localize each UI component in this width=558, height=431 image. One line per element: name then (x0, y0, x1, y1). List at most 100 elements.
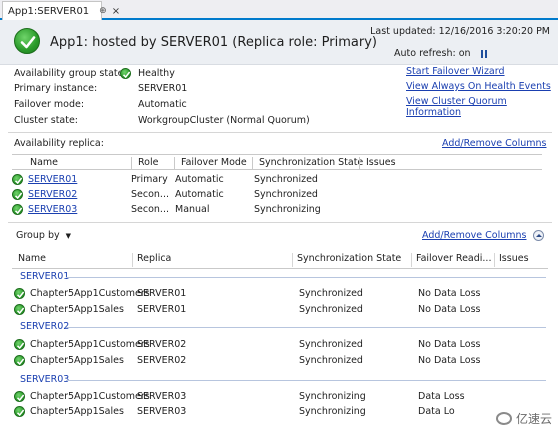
database-readiness: No Data Loss (418, 304, 481, 315)
collapse-icon[interactable] (532, 230, 544, 241)
col-issues[interactable]: Issues (359, 157, 396, 169)
database-replica: SERVER01 (137, 304, 187, 315)
group-divider (66, 277, 546, 278)
database-sync: Synchronized (299, 304, 363, 315)
group-divider (66, 327, 546, 328)
auto-refresh-label: Auto refresh: on (394, 48, 471, 59)
replica-failover: Manual (175, 204, 210, 215)
replica-sync: Synchronized (254, 174, 318, 185)
col-sync-state[interactable]: Synchronization State (252, 157, 363, 169)
replica-failover: Automatic (175, 174, 224, 185)
replica-role: Secon... (131, 189, 169, 200)
primary-instance-value: SERVER01 (138, 83, 188, 94)
watermark-logo-icon (495, 412, 512, 425)
tab-label: App1:SERVER01 (8, 5, 90, 17)
primary-instance-label: Primary instance: (14, 83, 98, 94)
healthy-check-icon (14, 391, 25, 402)
database-sync: Synchronized (299, 288, 363, 299)
database-sync: Synchronizing (299, 391, 366, 402)
healthy-check-icon (14, 304, 25, 315)
replica-sync: Synchronizing (254, 204, 321, 215)
database-readiness: Data Loss (418, 391, 465, 402)
database-sync: Synchronizing (299, 406, 366, 417)
db-add-remove-columns-link[interactable]: Add/Remove Columns (422, 230, 527, 241)
start-failover-wizard-link[interactable]: Start Failover Wizard (406, 66, 558, 81)
action-links: Start Failover Wizard View Always On Hea… (406, 66, 558, 118)
group-by-label: Group by (16, 230, 60, 241)
pin-icon[interactable]: ⊕ (99, 6, 107, 16)
col-replica[interactable]: Replica (132, 253, 171, 267)
replica-role: Primary (131, 174, 168, 185)
database-row[interactable]: Chapter5App1Customers SERVER03 Synchroni… (14, 390, 548, 405)
col-issues[interactable]: Issues (494, 253, 529, 267)
tab-app1-server01[interactable]: App1:SERVER01 ⊕ × (2, 1, 120, 20)
replica-add-remove-columns-link[interactable]: Add/Remove Columns (442, 138, 547, 149)
replica-row[interactable]: SERVER01 Primary Automatic Synchronized (12, 173, 542, 188)
auto-refresh-status: Auto refresh: on (394, 48, 487, 59)
database-sync: Synchronized (299, 355, 363, 366)
database-name: Chapter5App1Sales (30, 304, 124, 315)
replica-grid-header: Name Role Failover Mode Synchronization … (12, 154, 542, 170)
availability-replica-title: Availability replica: (14, 138, 104, 149)
col-name[interactable]: Name (14, 253, 46, 267)
database-name: Chapter5App1Sales (30, 406, 124, 417)
database-readiness: No Data Loss (418, 339, 481, 350)
document-tab-bar: App1:SERVER01 ⊕ × (0, 0, 558, 20)
healthy-check-icon (12, 189, 23, 200)
group-divider (66, 380, 546, 381)
database-replica: SERVER02 (137, 355, 187, 366)
database-readiness: No Data Loss (418, 288, 481, 299)
dashboard-header: App1: hosted by SERVER01 (Replica role: … (0, 20, 558, 65)
col-role[interactable]: Role (131, 157, 158, 169)
divider (8, 132, 552, 133)
database-row[interactable]: Chapter5App1Sales SERVER01 Synchronized … (14, 303, 548, 318)
group-header-server01[interactable]: SERVER01 (20, 271, 69, 282)
col-sync-state[interactable]: Synchronization State (292, 253, 401, 267)
replica-name-link[interactable]: SERVER02 (28, 189, 77, 200)
healthy-check-icon (12, 174, 23, 185)
database-row[interactable]: Chapter5App1Customers SERVER02 Synchroni… (14, 338, 548, 353)
ag-state-value: Healthy (138, 68, 175, 79)
healthy-check-icon (14, 288, 25, 299)
database-name: Chapter5App1Customers (30, 288, 150, 299)
database-row[interactable]: Chapter5App1Sales SERVER02 Synchronized … (14, 354, 548, 369)
database-replica: SERVER01 (137, 288, 187, 299)
healthy-check-icon (14, 406, 25, 417)
view-quorum-info-link[interactable]: View Cluster Quorum Information (406, 96, 558, 118)
dropdown-arrow-icon: ▼ (65, 232, 72, 240)
pause-icon[interactable] (480, 49, 487, 58)
view-health-events-link[interactable]: View Always On Health Events (406, 81, 558, 96)
replica-name-link[interactable]: SERVER03 (28, 204, 77, 215)
group-header-server03[interactable]: SERVER03 (20, 374, 69, 385)
replica-row[interactable]: SERVER02 Secon... Automatic Synchronized (12, 188, 542, 203)
replica-failover: Automatic (175, 189, 224, 200)
last-updated-text: Last updated: 12/16/2016 3:20:20 PM (370, 26, 550, 37)
col-failover-readiness[interactable]: Failover Readi... (411, 253, 491, 267)
healthy-check-icon (120, 68, 131, 79)
group-header-server02[interactable]: SERVER02 (20, 321, 69, 332)
database-row[interactable]: Chapter5App1Sales SERVER03 Synchronizing… (14, 405, 548, 420)
ag-state-label: Availability group state: (14, 68, 127, 79)
group-by-dropdown[interactable]: Group by ▼ (16, 230, 71, 241)
cluster-state-label: Cluster state: (14, 115, 79, 126)
healthy-check-icon (12, 204, 23, 215)
page-title: App1: hosted by SERVER01 (Replica role: … (50, 35, 377, 50)
healthy-check-icon (14, 339, 25, 350)
healthy-check-icon (14, 355, 25, 366)
healthy-check-icon (14, 28, 40, 54)
col-failover-mode[interactable]: Failover Mode (174, 157, 247, 169)
replica-name-link[interactable]: SERVER01 (28, 174, 77, 185)
replica-row[interactable]: SERVER03 Secon... Manual Synchronizing (12, 203, 542, 218)
database-replica: SERVER03 (137, 406, 187, 417)
failover-mode-value: Automatic (138, 99, 187, 110)
col-name[interactable]: Name (24, 157, 58, 169)
db-add-remove-columns: Add/Remove Columns (422, 230, 544, 241)
close-icon[interactable]: × (112, 6, 120, 17)
database-replica: SERVER03 (137, 391, 187, 402)
database-grid-header: Name Replica Synchronization State Failo… (12, 249, 548, 269)
failover-mode-label: Failover mode: (14, 99, 85, 110)
database-name: Chapter5App1Customers (30, 339, 150, 350)
watermark: 亿速云 (495, 410, 552, 427)
cluster-state-value: WorkgroupCluster (Normal Quorum) (138, 115, 310, 126)
database-row[interactable]: Chapter5App1Customers SERVER01 Synchroni… (14, 287, 548, 302)
